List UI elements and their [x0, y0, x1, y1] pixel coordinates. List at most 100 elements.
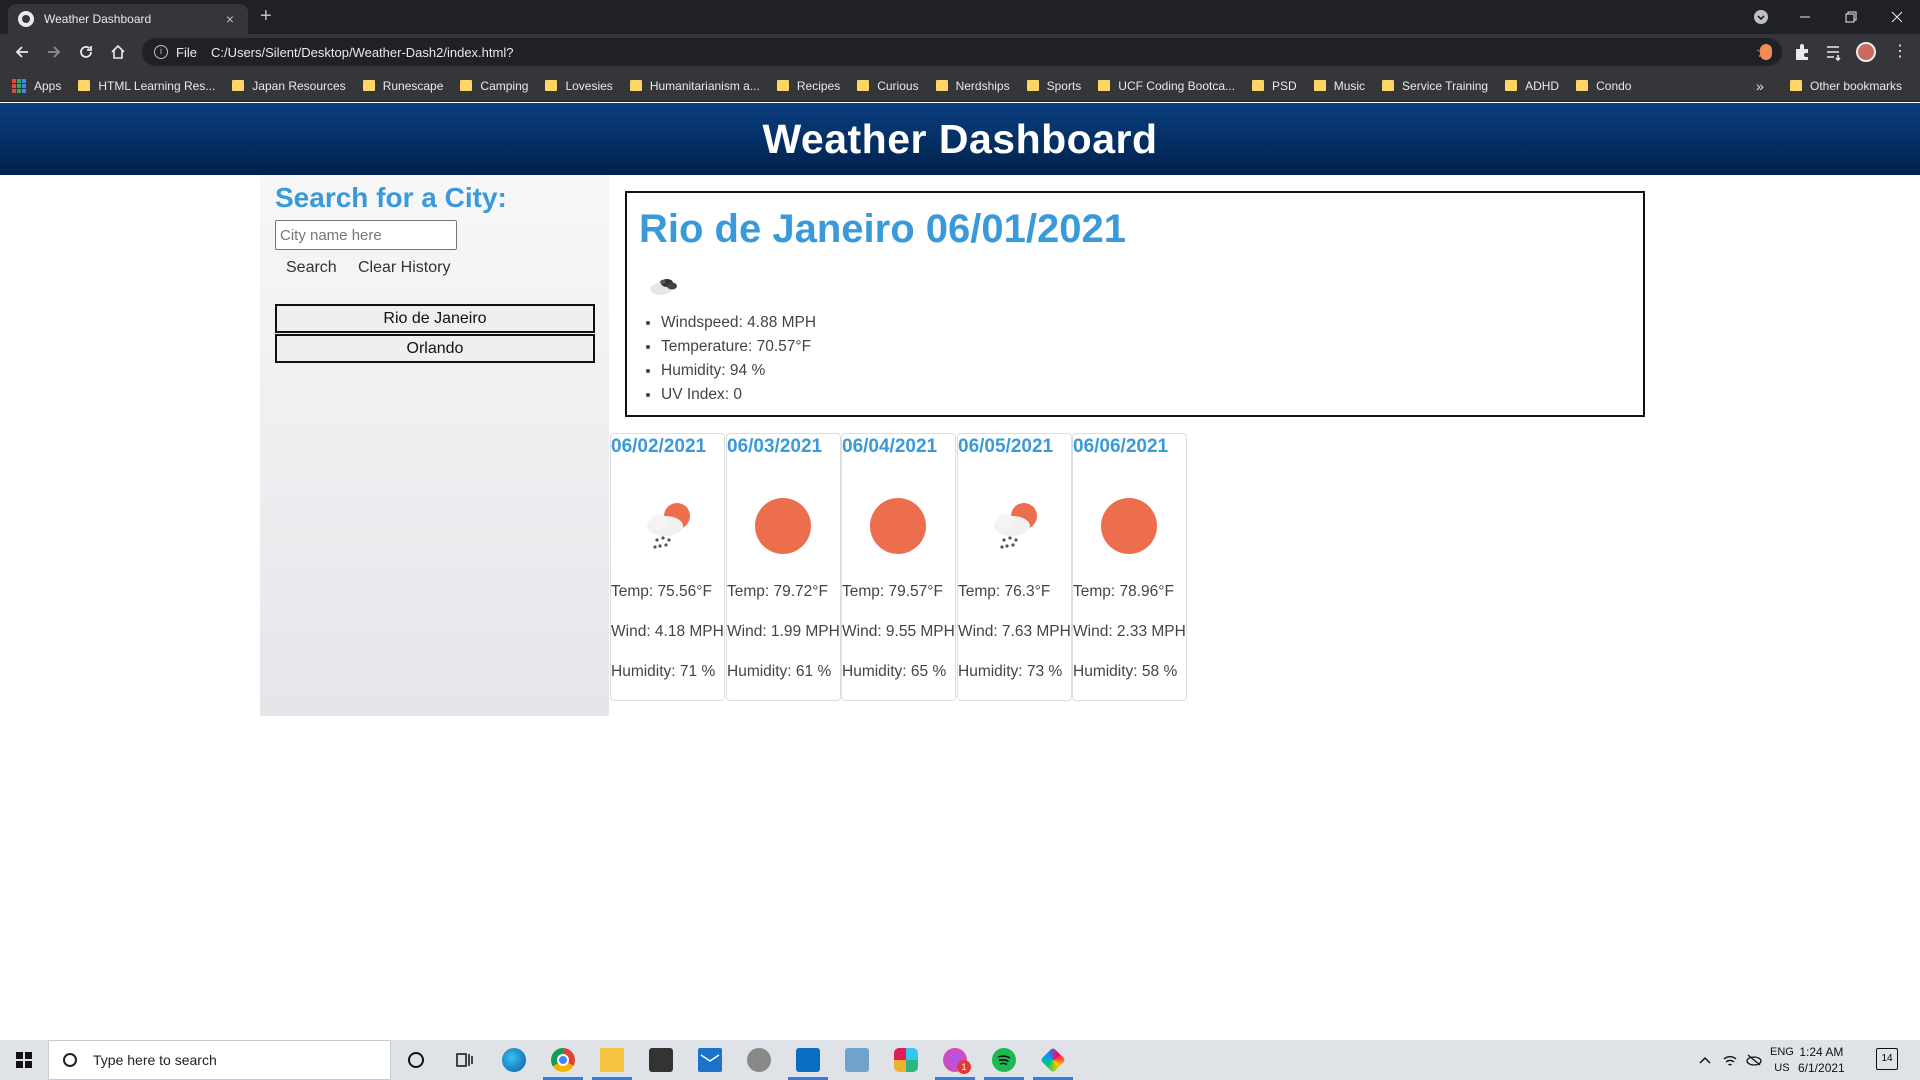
- bookmark-folder[interactable]: Lovesies: [545, 79, 613, 93]
- tray-overflow-icon[interactable]: [1698, 1040, 1712, 1080]
- search-sidebar: Search for a City: Search Clear History …: [260, 175, 609, 716]
- forecast-temp: Temp: 79.57°F: [842, 583, 943, 600]
- slack-icon[interactable]: [894, 1048, 918, 1072]
- notes-app-icon[interactable]: [845, 1048, 869, 1072]
- bookmark-folder[interactable]: Nerdships: [935, 79, 1010, 93]
- forecast-card: 06/06/2021 Temp: 78.96°F Wind: 2.33 MPH …: [1072, 433, 1187, 701]
- bookmark-folder[interactable]: Service Training: [1382, 79, 1488, 93]
- gitkraken-icon[interactable]: [1040, 1047, 1066, 1073]
- task-view-icon[interactable]: [452, 1048, 476, 1072]
- current-windspeed: Windspeed: 4.88 MPH: [661, 311, 816, 335]
- forecast-card: 06/05/2021 Temp: 76.3°F Wind: 7.63 MPH H…: [957, 433, 1072, 701]
- bookmark-folder[interactable]: UCF Coding Bootca...: [1098, 79, 1235, 93]
- system-clock[interactable]: 1:24 AM 6/1/2021: [1798, 1044, 1845, 1076]
- folder-icon: [362, 80, 375, 91]
- notification-badge: 1: [957, 1060, 971, 1074]
- bookmark-label: ADHD: [1525, 78, 1560, 93]
- forecast-temp: Temp: 78.96°F: [1073, 583, 1174, 600]
- wifi-icon[interactable]: [1722, 1040, 1738, 1080]
- chrome-browser-icon[interactable]: [551, 1048, 575, 1072]
- forecast-humidity: Humidity: 58 %: [1073, 663, 1178, 680]
- settings-gear-icon[interactable]: [747, 1048, 771, 1072]
- folder-icon: [460, 80, 473, 91]
- forecast-wind: Wind: 1.99 MPH: [727, 623, 840, 640]
- bookmark-folder[interactable]: Condo: [1576, 79, 1631, 93]
- taskbar-search-placeholder: Type here to search: [93, 1052, 217, 1068]
- reload-icon[interactable]: [70, 34, 102, 70]
- bookmark-folder[interactable]: PSD: [1252, 79, 1297, 93]
- menu-kebab-icon[interactable]: ⋮: [1890, 42, 1910, 62]
- bookmark-label: Recipes: [796, 78, 841, 93]
- bookmark-folder[interactable]: Sports: [1026, 78, 1082, 93]
- edge-browser-icon[interactable]: [502, 1048, 526, 1072]
- globe-icon: [18, 11, 34, 27]
- apps-grid-icon: [12, 78, 26, 93]
- page-title: Weather Dashboard: [762, 115, 1158, 162]
- new-tab-button[interactable]: +: [260, 6, 272, 26]
- bookmark-folder[interactable]: Japan Resources: [232, 79, 346, 93]
- bookmark-label: UCF Coding Bootca...: [1118, 78, 1236, 93]
- folder-icon: [935, 80, 948, 91]
- history-city-button[interactable]: Orlando: [275, 334, 595, 363]
- taskbar-search-box[interactable]: Type here to search: [48, 1040, 391, 1080]
- clear-history-button[interactable]: Clear History: [358, 259, 450, 277]
- messenger-icon[interactable]: 1: [943, 1048, 971, 1074]
- bookmark-label: Runescape: [382, 78, 444, 93]
- bookmark-folder[interactable]: Recipes: [776, 78, 841, 93]
- bookmark-folder[interactable]: Music: [1313, 78, 1366, 93]
- bookmarks-overflow-icon[interactable]: »: [1756, 78, 1764, 94]
- cortana-icon[interactable]: [404, 1048, 428, 1072]
- folder-icon: [1098, 80, 1111, 91]
- bookmark-folder[interactable]: Curious: [857, 79, 919, 93]
- search-button[interactable]: Search: [286, 259, 337, 277]
- bookmark-folder[interactable]: ADHD: [1505, 79, 1559, 93]
- reading-list-icon[interactable]: [1824, 42, 1844, 62]
- action-center-icon[interactable]: 14: [1876, 1048, 1898, 1070]
- profile-avatar-icon[interactable]: [1856, 42, 1876, 62]
- spotify-icon[interactable]: [992, 1048, 1016, 1072]
- vscode-icon[interactable]: [796, 1048, 820, 1072]
- forecast-temp: Temp: 76.3°F: [958, 583, 1051, 600]
- forecast-card: 06/02/2021 Temp: 75.56°F Wind: 4.18 MPH …: [610, 433, 725, 701]
- bookmark-label: Sports: [1046, 78, 1082, 93]
- bookmark-folder[interactable]: HTML Learning Res...: [78, 79, 215, 93]
- url-text[interactable]: C:/Users/Silent/Desktop/Weather-Dash2/in…: [211, 45, 1756, 60]
- forecast-temp: Temp: 79.72°F: [727, 583, 828, 600]
- forecast-humidity: Humidity: 71 %: [611, 663, 716, 680]
- forecast-wind: Wind: 7.63 MPH: [958, 623, 1071, 640]
- store-icon[interactable]: [649, 1048, 673, 1072]
- restore-icon[interactable]: [1828, 0, 1874, 34]
- city-search-input[interactable]: [275, 220, 457, 250]
- forecast-humidity: Humidity: 73 %: [958, 663, 1063, 680]
- clock-date: 6/1/2021: [1798, 1061, 1845, 1075]
- mail-icon[interactable]: [698, 1048, 722, 1072]
- bookmark-folder[interactable]: Camping: [460, 79, 528, 93]
- bookmark-folder[interactable]: Runescape: [362, 78, 444, 93]
- bookmark-label: Music: [1333, 78, 1366, 93]
- other-bookmarks[interactable]: Other bookmarks: [1790, 79, 1902, 93]
- minimize-icon[interactable]: [1782, 0, 1828, 34]
- forecast-date: 06/02/2021: [611, 436, 707, 457]
- home-icon[interactable]: [102, 34, 134, 70]
- bookmark-label: Apps: [34, 78, 62, 93]
- forward-icon[interactable]: [38, 34, 70, 70]
- extension-icon[interactable]: [1760, 44, 1772, 60]
- back-icon[interactable]: [6, 34, 38, 70]
- close-window-icon[interactable]: [1874, 0, 1920, 34]
- current-weather-card: Rio de Janeiro 06/01/2021 Windspeed: 4.8…: [625, 191, 1645, 417]
- tab-search-icon[interactable]: [1738, 0, 1784, 34]
- browser-tab[interactable]: Weather Dashboard ×: [8, 4, 248, 34]
- close-tab-icon[interactable]: ×: [222, 11, 238, 27]
- file-explorer-icon[interactable]: [600, 1048, 624, 1072]
- input-language-indicator[interactable]: ENG US: [1770, 1044, 1794, 1076]
- history-city-button[interactable]: Rio de Janeiro: [275, 304, 595, 333]
- info-icon[interactable]: i: [154, 45, 168, 59]
- folder-icon: [1505, 80, 1518, 91]
- folder-icon: [1790, 80, 1802, 91]
- address-bar[interactable]: i File C:/Users/Silent/Desktop/Weather-D…: [142, 38, 1782, 66]
- start-button[interactable]: [0, 1040, 48, 1080]
- puzzle-icon[interactable]: [1792, 42, 1812, 62]
- bookmark-apps[interactable]: Apps: [12, 78, 62, 93]
- onedrive-icon[interactable]: [1745, 1040, 1763, 1080]
- bookmark-folder[interactable]: Humanitarianism a...: [629, 79, 760, 93]
